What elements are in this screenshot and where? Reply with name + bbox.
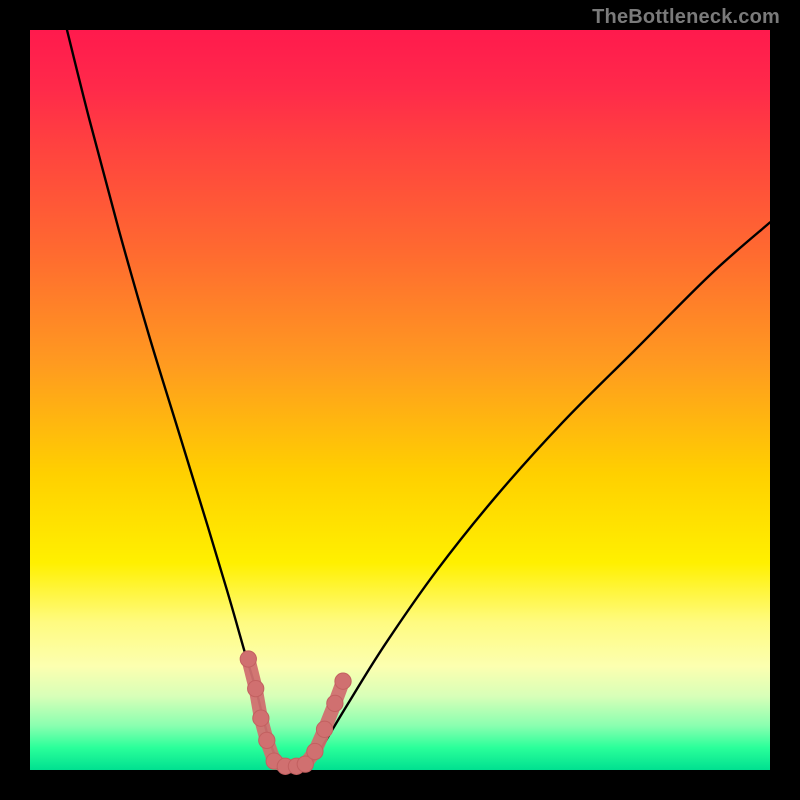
- watermark-text: TheBottleneck.com: [592, 6, 780, 29]
- curve-layer: [30, 30, 770, 770]
- bottleneck-curve: [67, 30, 770, 767]
- data-marker: [307, 743, 323, 759]
- data-marker: [248, 680, 264, 696]
- data-marker: [240, 651, 256, 667]
- data-marker: [253, 710, 269, 726]
- data-marker: [335, 673, 351, 689]
- plot-area: [30, 30, 770, 770]
- data-marker: [316, 721, 332, 737]
- chart-frame: TheBottleneck.com: [0, 0, 800, 800]
- data-marker: [327, 695, 343, 711]
- data-marker: [259, 732, 275, 748]
